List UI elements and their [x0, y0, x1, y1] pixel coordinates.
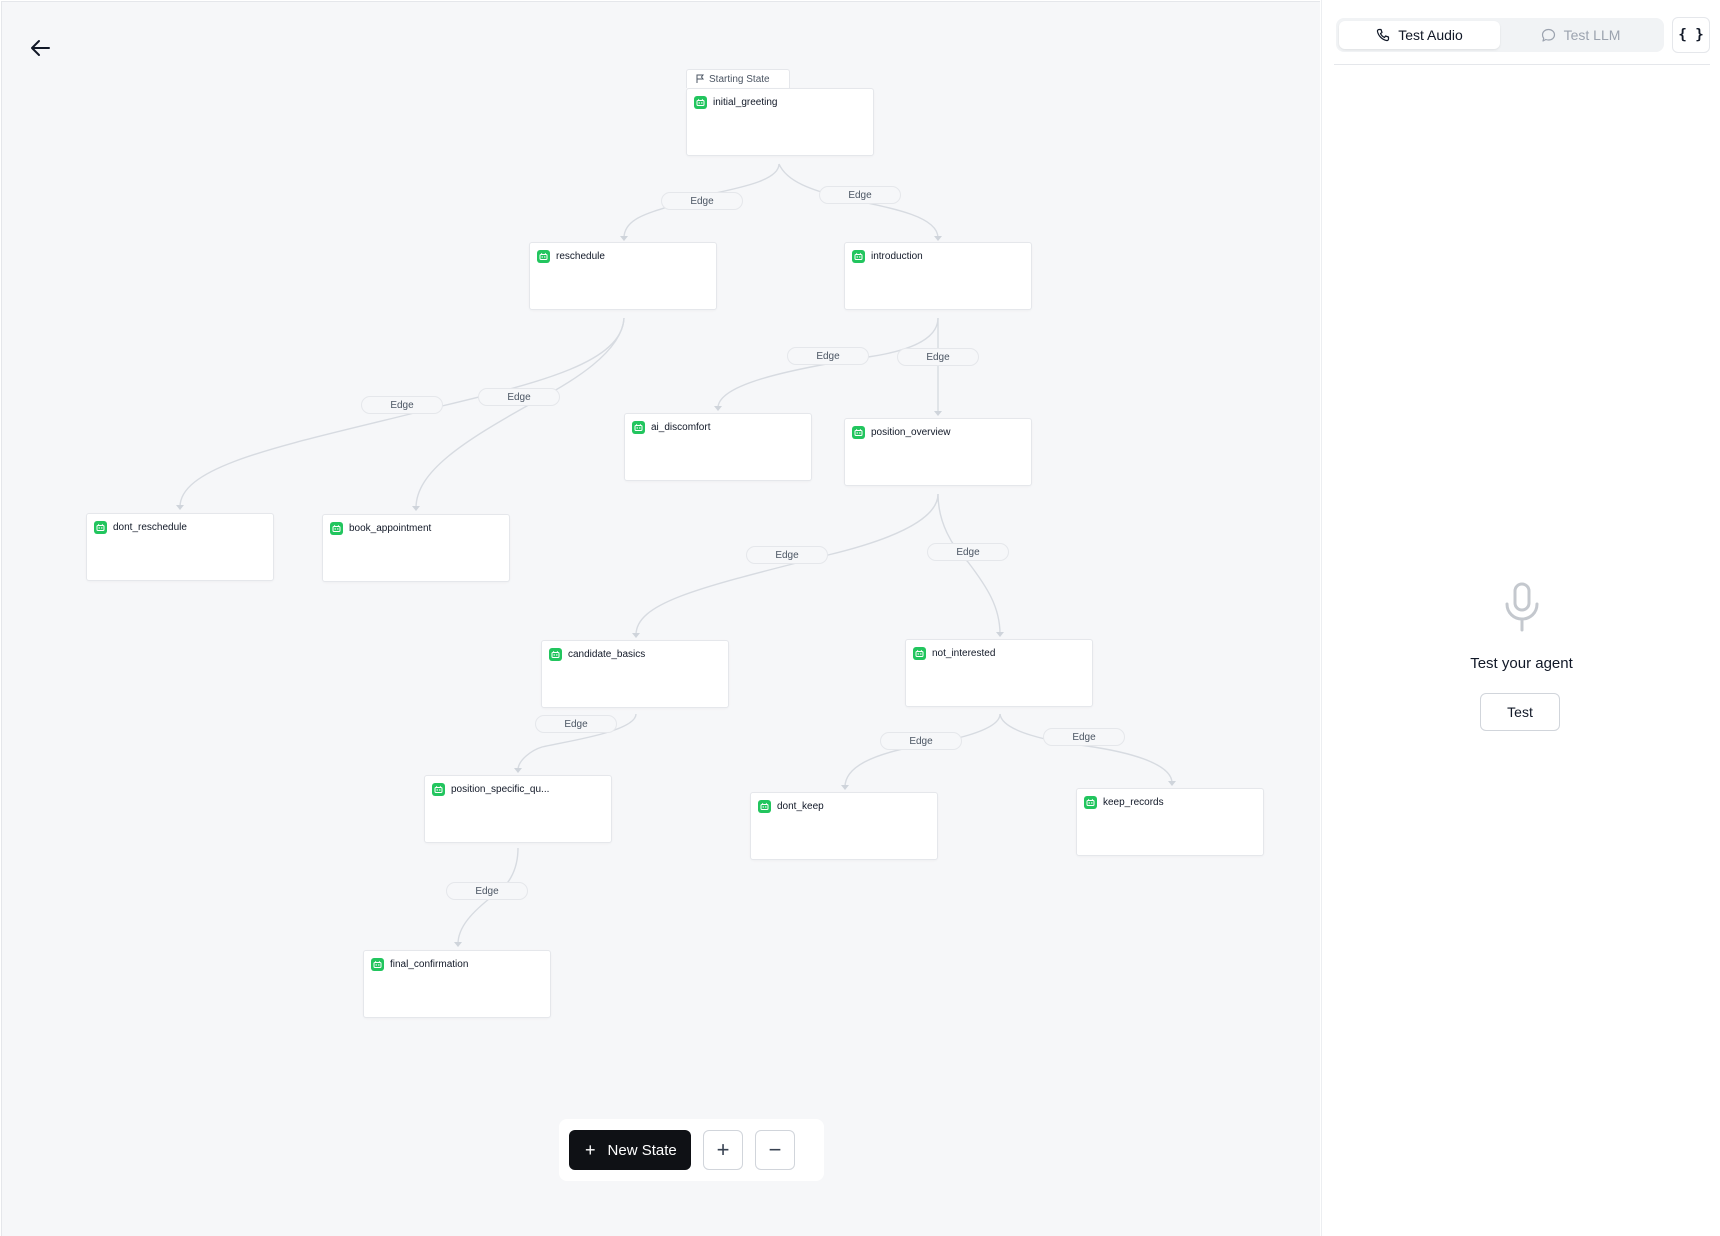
state-name: candidate_basics [568, 649, 646, 660]
bot-icon [330, 522, 343, 535]
new-state-label: New State [607, 1141, 677, 1159]
bot-icon [913, 647, 926, 660]
state-name: initial_greeting [713, 97, 778, 108]
state-name: ai_discomfort [651, 422, 711, 433]
test-panel: Test Audio Test LLM { } Test your agent … [1321, 0, 1720, 1236]
edge-arrowhead [514, 768, 522, 773]
edge-line [635, 493, 939, 636]
edge-label[interactable]: Edge [746, 546, 828, 564]
state-node-dont-reschedule[interactable]: dont_reschedule [86, 513, 274, 581]
edge-arrowhead [934, 411, 942, 416]
bot-icon [432, 783, 445, 796]
canvas-toolbar: + New State + − [559, 1119, 824, 1181]
state-node-keep-records[interactable]: keep_records [1076, 788, 1264, 856]
flag-icon [696, 74, 704, 83]
edge-arrowhead [412, 506, 420, 511]
edge-arrowhead [934, 236, 942, 241]
state-name: dont_reschedule [113, 522, 187, 533]
test-button[interactable]: Test [1480, 693, 1560, 731]
json-view-button[interactable]: { } [1672, 17, 1710, 53]
state-node-introduction[interactable]: introduction [844, 242, 1032, 310]
edge-label[interactable]: Edge [446, 882, 528, 900]
state-name: dont_keep [777, 801, 824, 812]
state-name: reschedule [556, 251, 605, 262]
edge-label[interactable]: Edge [927, 543, 1009, 561]
state-node-not-interested[interactable]: not_interested [905, 639, 1093, 707]
tab-test-audio[interactable]: Test Audio [1339, 21, 1500, 49]
state-node-candidate-basics[interactable]: candidate_basics [541, 640, 729, 708]
edge-label[interactable]: Edge [787, 347, 869, 365]
state-name: keep_records [1103, 797, 1164, 808]
new-state-button[interactable]: + New State [569, 1130, 691, 1170]
panel-divider [1334, 64, 1710, 65]
plus-icon: + [585, 1140, 596, 1160]
edge-arrowhead [714, 406, 722, 411]
edge-arrowhead [454, 942, 462, 947]
zoom-in-button[interactable]: + [703, 1130, 743, 1170]
state-node-reschedule[interactable]: reschedule [529, 242, 717, 310]
state-node-dont-keep[interactable]: dont_keep [750, 792, 938, 860]
edge-arrowhead [1168, 781, 1176, 786]
edge-label[interactable]: Edge [1043, 728, 1125, 746]
state-name: position_specific_qu... [451, 784, 550, 795]
tab-label: Test LLM [1563, 27, 1621, 43]
edge-label[interactable]: Edge [819, 186, 901, 204]
state-node-book-appointment[interactable]: book_appointment [322, 514, 510, 582]
bot-icon [549, 648, 562, 661]
empty-state-title: Test your agent [1470, 655, 1573, 672]
zoom-out-button[interactable]: − [755, 1130, 795, 1170]
chat-bubble-icon [1541, 28, 1555, 42]
starting-state-label: Starting State [709, 73, 770, 85]
bot-icon [852, 426, 865, 439]
bot-icon [852, 250, 865, 263]
edge-line [844, 713, 1001, 788]
edge-line [999, 713, 1173, 784]
state-name: not_interested [932, 648, 996, 659]
edge-label[interactable]: Edge [535, 715, 617, 733]
state-node-position-overview[interactable]: position_overview [844, 418, 1032, 486]
state-name: position_overview [871, 427, 951, 438]
tab-label: Test Audio [1398, 27, 1463, 43]
flow-canvas[interactable]: Starting State initial_greeting reschedu… [1, 1, 1320, 1236]
bot-icon [758, 800, 771, 813]
tab-test-llm[interactable]: Test LLM [1500, 21, 1661, 49]
edge-arrowhead [176, 505, 184, 510]
state-name: book_appointment [349, 523, 432, 534]
bot-icon [371, 958, 384, 971]
state-name: introduction [871, 251, 923, 262]
starting-state-tag: Starting State [686, 69, 790, 88]
microphone-icon [1505, 582, 1539, 632]
bot-icon [1084, 796, 1097, 809]
edge-label[interactable]: Edge [361, 396, 443, 414]
edge-line [415, 317, 625, 509]
edge-line [937, 493, 1001, 635]
edge-label[interactable]: Edge [478, 388, 560, 406]
test-mode-tabs: Test Audio Test LLM [1336, 18, 1664, 52]
edge-arrowhead [620, 236, 628, 241]
state-node-position-specific[interactable]: position_specific_qu... [424, 775, 612, 843]
state-name: final_confirmation [390, 959, 469, 970]
state-node-initial-greeting[interactable]: initial_greeting [686, 88, 874, 156]
state-node-ai-discomfort[interactable]: ai_discomfort [624, 413, 812, 481]
edge-label[interactable]: Edge [880, 732, 962, 750]
bot-icon [94, 521, 107, 534]
zoom-controls: + − [703, 1130, 795, 1170]
arrow-left-icon [31, 40, 50, 56]
bot-icon [632, 421, 645, 434]
back-button[interactable] [26, 34, 54, 62]
phone-icon [1377, 28, 1390, 42]
edge-arrowhead [632, 633, 640, 638]
edge-connectors [176, 163, 1176, 947]
bot-icon [694, 96, 707, 109]
edge-arrowhead [841, 785, 849, 790]
edge-label[interactable]: Edge [661, 192, 743, 210]
edge-arrowhead [996, 632, 1004, 637]
bot-icon [537, 250, 550, 263]
edge-label[interactable]: Edge [897, 348, 979, 366]
state-node-final-confirmation[interactable]: final_confirmation [363, 950, 551, 1018]
